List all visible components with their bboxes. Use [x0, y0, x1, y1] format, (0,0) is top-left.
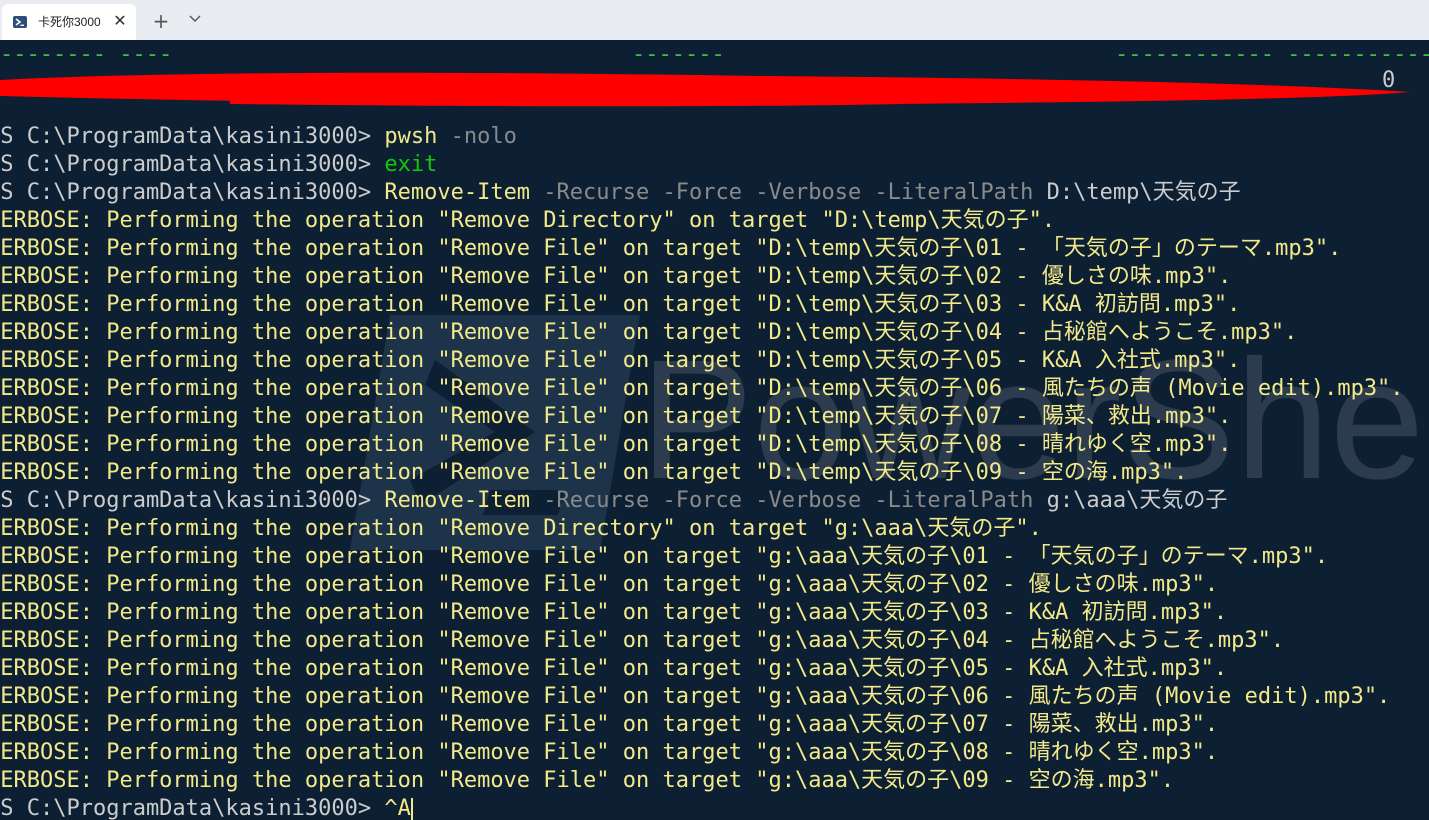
- verbose-line: VERBOSE: Performing the operation "Remov…: [0, 459, 1404, 487]
- verbose-line: VERBOSE: Performing the operation "Remov…: [0, 263, 1404, 291]
- prompt-line: PS C:\ProgramData\kasini3000> exit: [0, 151, 1404, 179]
- verbose-text: VERBOSE: Performing the operation "Remov…: [0, 628, 1285, 653]
- verbose-text: VERBOSE: Performing the operation "Remov…: [0, 684, 1391, 709]
- verbose-text: VERBOSE: Performing the operation "Remov…: [0, 236, 1342, 261]
- verbose-line: VERBOSE: Performing the operation "Remov…: [0, 767, 1404, 795]
- verbose-line: VERBOSE: Performing the operation "Remov…: [0, 543, 1404, 571]
- prompt-text: PS C:\ProgramData\kasini3000>: [0, 796, 385, 820]
- command-params: -Recurse -Force -Verbose -LiteralPath: [530, 180, 1047, 205]
- verbose-line: VERBOSE: Performing the operation "Remov…: [0, 431, 1404, 459]
- tab-active[interactable]: 卡死你3000 ✕: [2, 4, 136, 40]
- command-params: -nolo: [437, 124, 517, 149]
- terminal-lines: PS C:\ProgramData\kasini3000> pwsh -nolo…: [0, 123, 1404, 820]
- command-params: -Recurse -Force -Verbose -LiteralPath: [530, 488, 1047, 513]
- text-cursor: [410, 798, 413, 820]
- prompt-line: PS C:\ProgramData\kasini3000> Remove-Ite…: [0, 487, 1404, 515]
- verbose-text: VERBOSE: Performing the operation "Remov…: [0, 656, 1228, 681]
- verbose-text: VERBOSE: Performing the operation "Remov…: [0, 404, 1232, 429]
- redacted-value: 0: [1382, 68, 1396, 93]
- command-name: pwsh: [384, 124, 438, 149]
- verbose-text: VERBOSE: Performing the operation "Remov…: [0, 740, 1219, 765]
- verbose-line: VERBOSE: Performing the operation "Remov…: [0, 207, 1404, 235]
- verbose-line: VERBOSE: Performing the operation "Remov…: [0, 599, 1404, 627]
- verbose-line: VERBOSE: Performing the operation "Remov…: [0, 683, 1404, 711]
- verbose-text: VERBOSE: Performing the operation "Remov…: [0, 572, 1219, 597]
- verbose-text: VERBOSE: Performing the operation "Remov…: [0, 348, 1241, 373]
- command-name: Remove-Item: [384, 180, 531, 205]
- verbose-line: VERBOSE: Performing the operation "Remov…: [0, 235, 1404, 263]
- verbose-text: VERBOSE: Performing the operation "Remov…: [0, 544, 1329, 569]
- verbose-line: VERBOSE: Performing the operation "Remov…: [0, 627, 1404, 655]
- verbose-line: VERBOSE: Performing the operation "Remov…: [0, 571, 1404, 599]
- verbose-text: VERBOSE: Performing the operation "Remov…: [0, 768, 1175, 793]
- prompt-line: PS C:\ProgramData\kasini3000> pwsh -nolo: [0, 123, 1404, 151]
- verbose-line: VERBOSE: Performing the operation "Remov…: [0, 291, 1404, 319]
- redaction-scribble: [0, 72, 1410, 107]
- prompt-line: PS C:\ProgramData\kasini3000> Remove-Ite…: [0, 179, 1404, 207]
- verbose-line: VERBOSE: Performing the operation "Remov…: [0, 515, 1404, 543]
- new-tab-button[interactable]: +: [148, 8, 174, 34]
- verbose-line: VERBOSE: Performing the operation "Remov…: [0, 375, 1404, 403]
- verbose-text: VERBOSE: Performing the operation "Remov…: [0, 376, 1404, 401]
- verbose-line: VERBOSE: Performing the operation "Remov…: [0, 711, 1404, 739]
- verbose-text: VERBOSE: Performing the operation "Remov…: [0, 516, 1042, 541]
- verbose-text: VERBOSE: Performing the operation "Remov…: [0, 264, 1232, 289]
- verbose-line: VERBOSE: Performing the operation "Remov…: [0, 655, 1404, 683]
- prompt-text: PS C:\ProgramData\kasini3000>: [0, 124, 385, 149]
- verbose-text: VERBOSE: Performing the operation "Remov…: [0, 208, 1056, 233]
- prompt-line: PS C:\ProgramData\kasini3000> ^A: [0, 795, 1404, 820]
- dash-segment: -------: [632, 42, 725, 67]
- verbose-text: VERBOSE: Performing the operation "Remov…: [0, 320, 1298, 345]
- verbose-text: VERBOSE: Performing the operation "Remov…: [0, 432, 1232, 457]
- tab-title: 卡死你3000: [38, 15, 101, 29]
- verbose-line: VERBOSE: Performing the operation "Remov…: [0, 319, 1404, 347]
- input-text: ^A: [384, 796, 411, 820]
- chevron-down-icon[interactable]: [182, 8, 208, 34]
- verbose-text: VERBOSE: Performing the operation "Remov…: [0, 600, 1228, 625]
- verbose-line: VERBOSE: Performing the operation "Remov…: [0, 739, 1404, 767]
- command-name: exit: [384, 152, 438, 177]
- command-name: Remove-Item: [384, 488, 531, 513]
- command-argument: D:\temp\天気の子: [1046, 180, 1241, 205]
- tab-bar: 卡死你3000 ✕ +: [0, 0, 1429, 41]
- powershell-icon: [13, 15, 27, 29]
- verbose-text: VERBOSE: Performing the operation "Remov…: [0, 712, 1219, 737]
- terminal-window: 卡死你3000 ✕ + PowerShel -------- ---- ----…: [0, 0, 1429, 820]
- prompt-text: PS C:\ProgramData\kasini3000>: [0, 180, 385, 205]
- dash-segment: -------- ----: [0, 42, 173, 67]
- prompt-text: PS C:\ProgramData\kasini3000>: [0, 488, 385, 513]
- command-argument: g:\aaa\天気の子: [1046, 488, 1228, 513]
- prompt-text: PS C:\ProgramData\kasini3000>: [0, 152, 385, 177]
- verbose-text: VERBOSE: Performing the operation "Remov…: [0, 460, 1188, 485]
- verbose-text: VERBOSE: Performing the operation "Remov…: [0, 292, 1241, 317]
- verbose-line: VERBOSE: Performing the operation "Remov…: [0, 347, 1404, 375]
- table-separator: -------- ---- ------- ------------ -----…: [0, 44, 1429, 66]
- terminal-output[interactable]: PowerShel -------- ---- ------- --------…: [0, 40, 1429, 820]
- close-icon[interactable]: ✕: [110, 12, 130, 32]
- verbose-line: VERBOSE: Performing the operation "Remov…: [0, 403, 1404, 431]
- dash-segment: ------------ -----------: [1115, 42, 1429, 67]
